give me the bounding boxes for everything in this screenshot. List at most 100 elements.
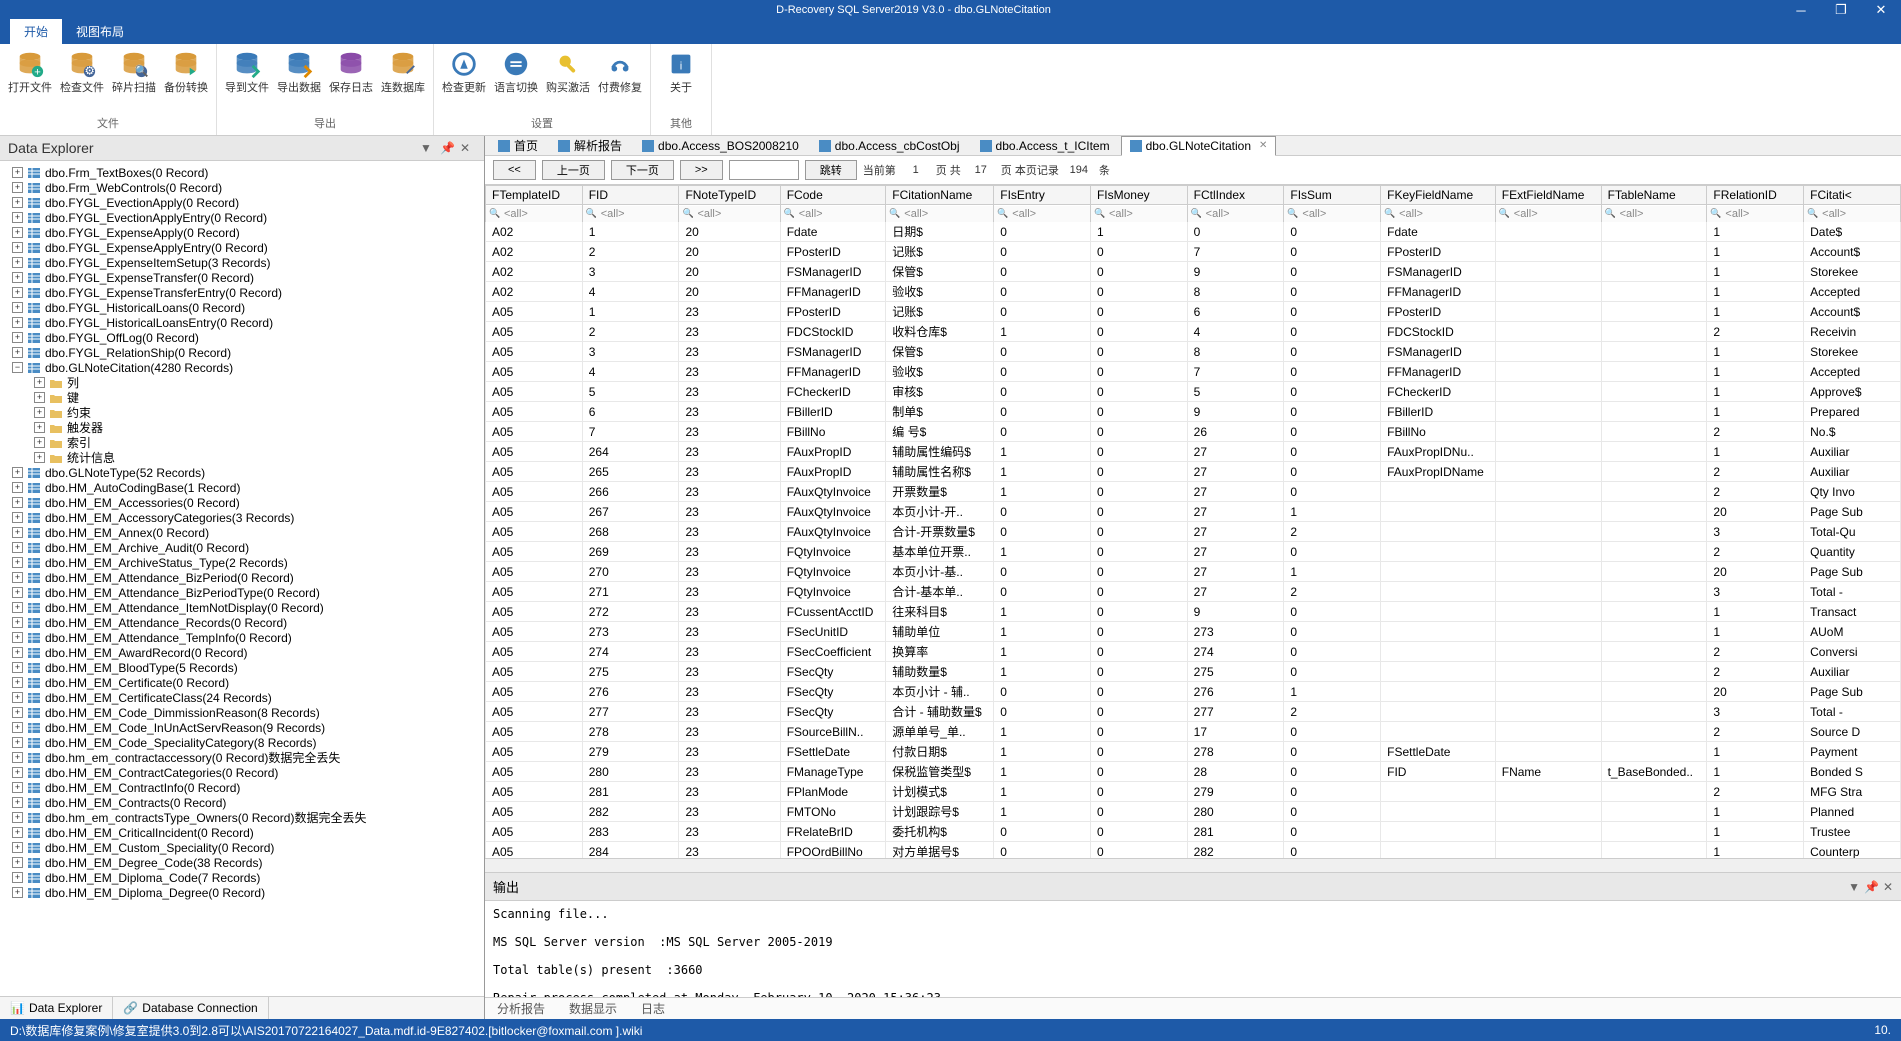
tree-toggle-icon[interactable]: +	[12, 692, 23, 703]
tree-item[interactable]: +dbo.FYGL_ExpenseApplyEntry(0 Record)	[12, 240, 484, 255]
tree-item[interactable]: −dbo.GLNoteCitation(4280 Records)	[12, 360, 484, 375]
table-row[interactable]: A0526523FAuxPropID辅助属性名称$10270FAuxPropID…	[486, 462, 1901, 482]
tree-item[interactable]: +dbo.HM_EM_Accessories(0 Record)	[12, 495, 484, 510]
tree-item[interactable]: +dbo.FYGL_ExpenseApply(0 Record)	[12, 225, 484, 240]
tree-item[interactable]: +dbo.Frm_WebControls(0 Record)	[12, 180, 484, 195]
tree-item[interactable]: +dbo.HM_EM_BloodType(5 Records)	[12, 660, 484, 675]
ribbon-buy-activate[interactable]: 购买激活	[546, 48, 590, 113]
ribbon-check-file[interactable]: ⚙检查文件	[60, 48, 104, 113]
tab-view-layout[interactable]: 视图布局	[62, 19, 138, 44]
tree-item[interactable]: +索引	[12, 435, 484, 450]
table-row[interactable]: A05523FCheckerID审核$0050FCheckerID1Approv…	[486, 382, 1901, 402]
tree-item[interactable]: +dbo.HM_AutoCodingBase(1 Record)	[12, 480, 484, 495]
tree-toggle-icon[interactable]: +	[12, 182, 23, 193]
tree-toggle-icon[interactable]: +	[12, 767, 23, 778]
tree-toggle-icon[interactable]: +	[12, 317, 23, 328]
filter-input[interactable]	[1091, 206, 1187, 222]
ribbon-lang-switch[interactable]: 语言切换	[494, 48, 538, 113]
table-row[interactable]: A0527023FQtyInvoice本页小计-基..0027120Page S…	[486, 562, 1901, 582]
column-header[interactable]: FIsSum	[1284, 186, 1381, 205]
ribbon-export-file[interactable]: 导到文件	[225, 48, 269, 113]
ribbon-scan-fragment[interactable]: 🔍碎片扫描	[112, 48, 156, 113]
tree-item[interactable]: +dbo.HM_EM_Diploma_Degree(0 Record)	[12, 885, 484, 900]
tree-item[interactable]: +dbo.HM_EM_Code_InUnActServReason(9 Reco…	[12, 720, 484, 735]
table-row[interactable]: A02320FSManagerID保管$0090FSManagerID1Stor…	[486, 262, 1901, 282]
tree-toggle-icon[interactable]: +	[12, 812, 23, 823]
tree-item[interactable]: +dbo.HM_EM_Attendance_BizPeriod(0 Record…	[12, 570, 484, 585]
tree-toggle-icon[interactable]: +	[12, 737, 23, 748]
tree-item[interactable]: +dbo.hm_em_contractsType_Owners(0 Record…	[12, 810, 484, 825]
tree-toggle-icon[interactable]: +	[12, 167, 23, 178]
tree-item[interactable]: +dbo.FYGL_ExpenseTransferEntry(0 Record)	[12, 285, 484, 300]
panel-menu-icon[interactable]: ▼	[420, 141, 436, 155]
tree-toggle-icon[interactable]: +	[12, 197, 23, 208]
ribbon-open-file[interactable]: +打开文件	[8, 48, 52, 113]
pager-prev[interactable]: 上一页	[542, 160, 605, 180]
tree-toggle-icon[interactable]: +	[12, 542, 23, 553]
filter-input[interactable]	[1381, 206, 1495, 222]
tree-item[interactable]: +dbo.HM_EM_CertificateClass(24 Records)	[12, 690, 484, 705]
table-row[interactable]: A0528223FMTONo计划跟踪号$1028001Planned	[486, 802, 1901, 822]
doc-tab[interactable]: 首页	[489, 136, 547, 157]
tree-toggle-icon[interactable]: +	[34, 392, 45, 403]
tree-item[interactable]: +dbo.HM_EM_ArchiveStatus_Type(2 Records)	[12, 555, 484, 570]
tree-view[interactable]: +dbo.Frm_TextBoxes(0 Record)+dbo.Frm_Web…	[0, 161, 484, 996]
pager-last[interactable]: >>	[680, 160, 723, 180]
minimize-button[interactable]: ─	[1781, 3, 1821, 18]
column-header[interactable]: FKeyFieldName	[1381, 186, 1496, 205]
tree-item[interactable]: +dbo.HM_EM_ContractCategories(0 Record)	[12, 765, 484, 780]
tree-toggle-icon[interactable]: +	[12, 857, 23, 868]
table-row[interactable]: A0526823FAuxQtyInvoice合计-开票数量$002723Tota…	[486, 522, 1901, 542]
output-close-icon[interactable]: ✕	[1883, 880, 1893, 894]
table-row[interactable]: A0528323FRelateBrID委托机构$0028101Trustee	[486, 822, 1901, 842]
tree-toggle-icon[interactable]: +	[12, 602, 23, 613]
output-log[interactable]: Scanning file... MS SQL Server version :…	[485, 901, 1901, 997]
pager-first[interactable]: <<	[493, 160, 536, 180]
tree-item[interactable]: +dbo.HM_EM_Code_SpecialityCategory(8 Rec…	[12, 735, 484, 750]
tree-toggle-icon[interactable]: +	[12, 887, 23, 898]
tree-toggle-icon[interactable]: +	[12, 722, 23, 733]
tree-item[interactable]: +dbo.HM_EM_ContractInfo(0 Record)	[12, 780, 484, 795]
column-header[interactable]: FTableName	[1601, 186, 1707, 205]
table-row[interactable]: A05123FPosterID记账$0060FPosterID1Account$	[486, 302, 1901, 322]
tree-toggle-icon[interactable]: +	[12, 332, 23, 343]
table-row[interactable]: A05623FBillerID制单$0090FBillerID1Prepared	[486, 402, 1901, 422]
data-grid[interactable]: FTemplateIDFIDFNoteTypeIDFCodeFCitationN…	[485, 185, 1901, 858]
tree-item[interactable]: +dbo.FYGL_HistoricalLoansEntry(0 Record)	[12, 315, 484, 330]
tree-toggle-icon[interactable]: +	[12, 617, 23, 628]
doc-tab[interactable]: dbo.Access_BOS2008210	[633, 136, 808, 156]
output-menu-icon[interactable]: ▼	[1848, 880, 1860, 894]
ribbon-export-data[interactable]: 导出数据	[277, 48, 321, 113]
tree-item[interactable]: +dbo.HM_EM_Diploma_Code(7 Records)	[12, 870, 484, 885]
output-pin-icon[interactable]: 📌	[1864, 880, 1879, 894]
tree-toggle-icon[interactable]: +	[12, 872, 23, 883]
table-row[interactable]: A0527923FSettleDate付款日期$102780FSettleDat…	[486, 742, 1901, 762]
tree-item[interactable]: +dbo.FYGL_OffLog(0 Record)	[12, 330, 484, 345]
table-row[interactable]: A0527123FQtyInvoice合计-基本单..002723Total -	[486, 582, 1901, 602]
tree-toggle-icon[interactable]: +	[12, 557, 23, 568]
column-header[interactable]: FCitationName	[886, 186, 994, 205]
filter-input[interactable]	[1284, 206, 1380, 222]
tree-toggle-icon[interactable]: +	[34, 452, 45, 463]
tree-item[interactable]: +dbo.FYGL_EvectionApply(0 Record)	[12, 195, 484, 210]
table-row[interactable]: A0527223FCussentAcctID往来科目$10901Transact	[486, 602, 1901, 622]
bottom-tab[interactable]: 日志	[629, 997, 677, 1019]
ribbon-link-db[interactable]: 连数据库	[381, 48, 425, 113]
filter-input[interactable]	[994, 206, 1090, 222]
tree-toggle-icon[interactable]: +	[34, 437, 45, 448]
tree-item[interactable]: +统计信息	[12, 450, 484, 465]
filter-input[interactable]	[1188, 206, 1284, 222]
tab-close-icon[interactable]: ✕	[1259, 140, 1267, 151]
tree-item[interactable]: +dbo.FYGL_ExpenseItemSetup(3 Records)	[12, 255, 484, 270]
table-row[interactable]: A0527523FSecQty辅助数量$1027502Auxiliar	[486, 662, 1901, 682]
table-row[interactable]: A0528023FManageType保税监管类型$10280FIDFNamet…	[486, 762, 1901, 782]
filter-input[interactable]	[1707, 206, 1803, 222]
table-row[interactable]: A02420FFManagerID验收$0080FFManagerID1Acce…	[486, 282, 1901, 302]
tree-item[interactable]: +键	[12, 390, 484, 405]
table-row[interactable]: A05223FDCStockID收料仓库$1040FDCStockID2Rece…	[486, 322, 1901, 342]
doc-tab[interactable]: dbo.GLNoteCitation✕	[1121, 136, 1277, 156]
tree-toggle-icon[interactable]: +	[12, 227, 23, 238]
tree-item[interactable]: +dbo.HM_EM_Custom_Speciality(0 Record)	[12, 840, 484, 855]
tree-item[interactable]: +dbo.GLNoteType(52 Records)	[12, 465, 484, 480]
tree-toggle-icon[interactable]: +	[12, 272, 23, 283]
